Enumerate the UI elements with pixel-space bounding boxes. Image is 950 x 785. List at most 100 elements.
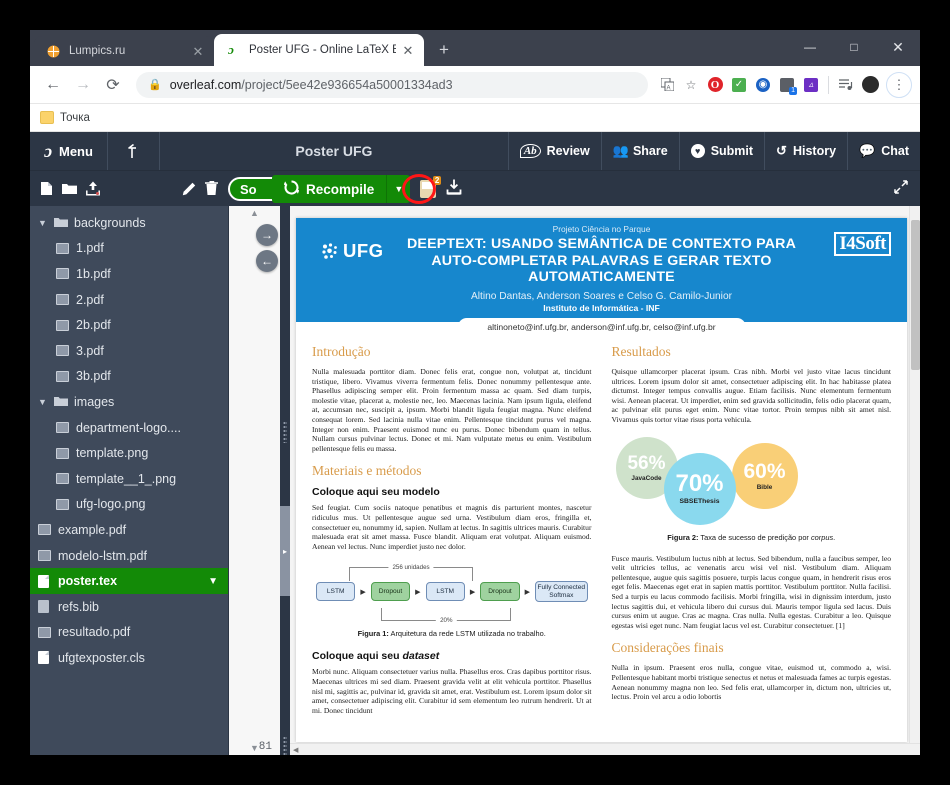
rename-pencil-icon[interactable] <box>182 182 196 196</box>
filetree-file[interactable]: 3.pdf <box>30 338 228 364</box>
share-label: Share <box>633 144 668 158</box>
code-editor-pane[interactable]: ▲ ▼ 81 → ← <box>228 206 280 755</box>
tab-poster-ufg[interactable]: ɔ Poster UFG - Online LaTeX Editor ✕ <box>214 34 424 66</box>
minimize-button[interactable]: — <box>788 30 832 64</box>
bookmark-star-icon[interactable]: ☆ <box>680 74 702 96</box>
pdf-horizontal-scrollbar[interactable]: ◀ <box>290 743 920 755</box>
chevron-down-icon[interactable]: ▼ <box>38 218 48 228</box>
editor-scroll-up-icon[interactable]: ▲ <box>229 206 280 220</box>
new-file-icon[interactable] <box>40 181 53 196</box>
globe-extension-icon[interactable]: ◉ <box>752 74 774 96</box>
profile-avatar-icon[interactable] <box>859 74 881 96</box>
filetree-file[interactable]: 2.pdf <box>30 287 228 313</box>
share-button[interactable]: 👥 Share <box>601 132 679 170</box>
filetree-file[interactable]: poster.tex▼ <box>30 568 228 594</box>
toolbar-divider <box>828 76 829 94</box>
purple-extension-icon[interactable]: ▵ <box>800 74 822 96</box>
chat-button[interactable]: 💬 Chat <box>847 132 920 170</box>
filetree-file[interactable]: 1b.pdf <box>30 261 228 287</box>
opera-extension-icon[interactable]: O <box>704 74 726 96</box>
filetree-file[interactable]: ufg-logo.png <box>30 492 228 518</box>
back-icon[interactable]: ← <box>38 70 68 100</box>
filetree-file[interactable]: template.png <box>30 440 228 466</box>
sync-to-code-icon[interactable]: ← <box>256 250 278 272</box>
upload-icon[interactable] <box>86 181 100 196</box>
logs-icon[interactable]: 2 <box>420 180 436 198</box>
chevron-down-icon[interactable]: ▼ <box>208 576 228 587</box>
maximize-button[interactable]: □ <box>832 30 876 64</box>
filetree-file[interactable]: department-logo.... <box>30 415 228 441</box>
filetree-file[interactable]: 3b.pdf <box>30 364 228 390</box>
reading-list-icon[interactable] <box>835 74 857 96</box>
filetree-folder[interactable]: ▼ images <box>30 389 228 415</box>
history-label: History <box>793 144 836 158</box>
submit-button[interactable]: ♥ Submit <box>679 132 764 170</box>
recompile-button[interactable]: Recompile <box>272 175 386 203</box>
new-folder-icon[interactable] <box>62 182 77 195</box>
download-pdf-icon[interactable] <box>446 179 462 199</box>
filetree-folder[interactable]: ▼ backgrounds <box>30 210 228 236</box>
filetree-file[interactable]: modelo-lstm.pdf <box>30 543 228 569</box>
editor-body[interactable] <box>229 220 280 741</box>
pdf-scrollbar-thumb[interactable] <box>911 220 920 370</box>
url-path: /project/5ee42e936654a50001334ad3 <box>241 78 452 92</box>
splitter-scroll-handle[interactable]: ▸ <box>280 506 290 596</box>
chrome-menu-icon[interactable]: ⋮ <box>886 72 912 98</box>
overleaf-subtoolbar: So Recompile ▼ 2 <box>30 170 920 206</box>
close-icon[interactable]: ✕ <box>190 43 206 59</box>
menu-button[interactable]: ɔ Menu <box>30 132 108 170</box>
pdf-vertical-scrollbar[interactable] <box>909 206 920 743</box>
image-file-icon <box>56 294 70 305</box>
filetree-file[interactable]: template__1_.png <box>30 466 228 492</box>
chevron-down-icon[interactable]: ▼ <box>38 397 48 407</box>
main-area: ▼ backgrounds 1.pdf 1b.pdf 2.pdf2b.pdf3.pdf3… <box>30 206 920 755</box>
scroll-left-icon[interactable]: ◀ <box>290 746 298 754</box>
svg-text:ɔ: ɔ <box>228 43 234 57</box>
translate-icon[interactable]: A <box>656 74 678 96</box>
splitter-grip[interactable] <box>283 421 287 443</box>
forward-icon[interactable]: → <box>68 70 98 100</box>
ufg-dots-icon <box>322 243 339 260</box>
close-window-button[interactable]: ✕ <box>876 30 920 64</box>
filetree-file[interactable]: resultado.pdf <box>30 620 228 646</box>
bookmark-item[interactable]: Точка <box>40 111 90 124</box>
new-tab-button[interactable]: + <box>430 36 458 64</box>
filetree-item-label: backgrounds <box>74 216 228 230</box>
filetree-file[interactable]: example.pdf <box>30 517 228 543</box>
image-file-icon <box>56 243 70 254</box>
recompile-dropdown-caret-icon[interactable]: ▼ <box>386 175 410 203</box>
filetree-file[interactable]: 1.pdf <box>30 236 228 262</box>
poster-right-column: Resultados Quisque ullamcorper placerat … <box>612 344 892 725</box>
poster-body: Introdução Nulla malesuada porttitor dia… <box>296 322 907 725</box>
filetree-file[interactable]: 2b.pdf <box>30 312 228 338</box>
filetree-file[interactable]: ufgtexposter.cls <box>30 645 228 671</box>
sync-to-pdf-icon[interactable]: → <box>256 224 278 246</box>
pane-splitter[interactable]: ▸ <box>280 206 290 755</box>
close-icon[interactable]: ✕ <box>400 42 416 58</box>
review-button[interactable]: Ab Review <box>508 132 601 170</box>
tab-lumpics[interactable]: Lumpics.ru ✕ <box>34 36 214 66</box>
splitter-grip[interactable] <box>283 736 287 755</box>
box-extension-icon[interactable]: 1 <box>776 74 798 96</box>
editor-scroll-down-icon[interactable]: ▼ <box>229 741 280 755</box>
upload-arrow-icon[interactable] <box>108 132 160 170</box>
reload-icon[interactable]: ⟳ <box>98 70 128 100</box>
expand-arrows-icon[interactable] <box>894 180 908 197</box>
address-bar[interactable]: 🔒 overleaf.com/project/5ee42e936654a5000… <box>136 72 648 98</box>
lock-icon: 🔒 <box>148 78 162 91</box>
delete-trash-icon[interactable] <box>205 181 218 196</box>
section-resultados: Resultados <box>612 344 892 360</box>
filetree-item-label: modelo-lstm.pdf <box>58 549 228 563</box>
history-button[interactable]: ↺ History <box>764 132 847 170</box>
filetree-file[interactable]: refs.bib <box>30 594 228 620</box>
figure-1-caption: Figura 1: Arquitetura da rede LSTM utili… <box>312 629 592 638</box>
filetree-item-label: 1b.pdf <box>76 267 228 281</box>
pdf-preview-pane[interactable]: Projeto Ciência no Parque UFG I4 <box>290 206 920 755</box>
figure-2-label: Figura 2: <box>667 533 698 542</box>
poster-title: DEEPTEXT: USANDO SEMÂNTICA DE CONTEXTO P… <box>366 236 837 286</box>
window-controls: — □ ✕ <box>788 30 920 64</box>
filetree-item-label: images <box>74 395 228 409</box>
poster-title-line2: AUTO-COMPLETAR PALAVRAS E GERAR TEXTO AU… <box>431 253 771 286</box>
checkmark-extension-icon[interactable]: ✓ <box>728 74 750 96</box>
chat-label: Chat <box>881 144 909 158</box>
